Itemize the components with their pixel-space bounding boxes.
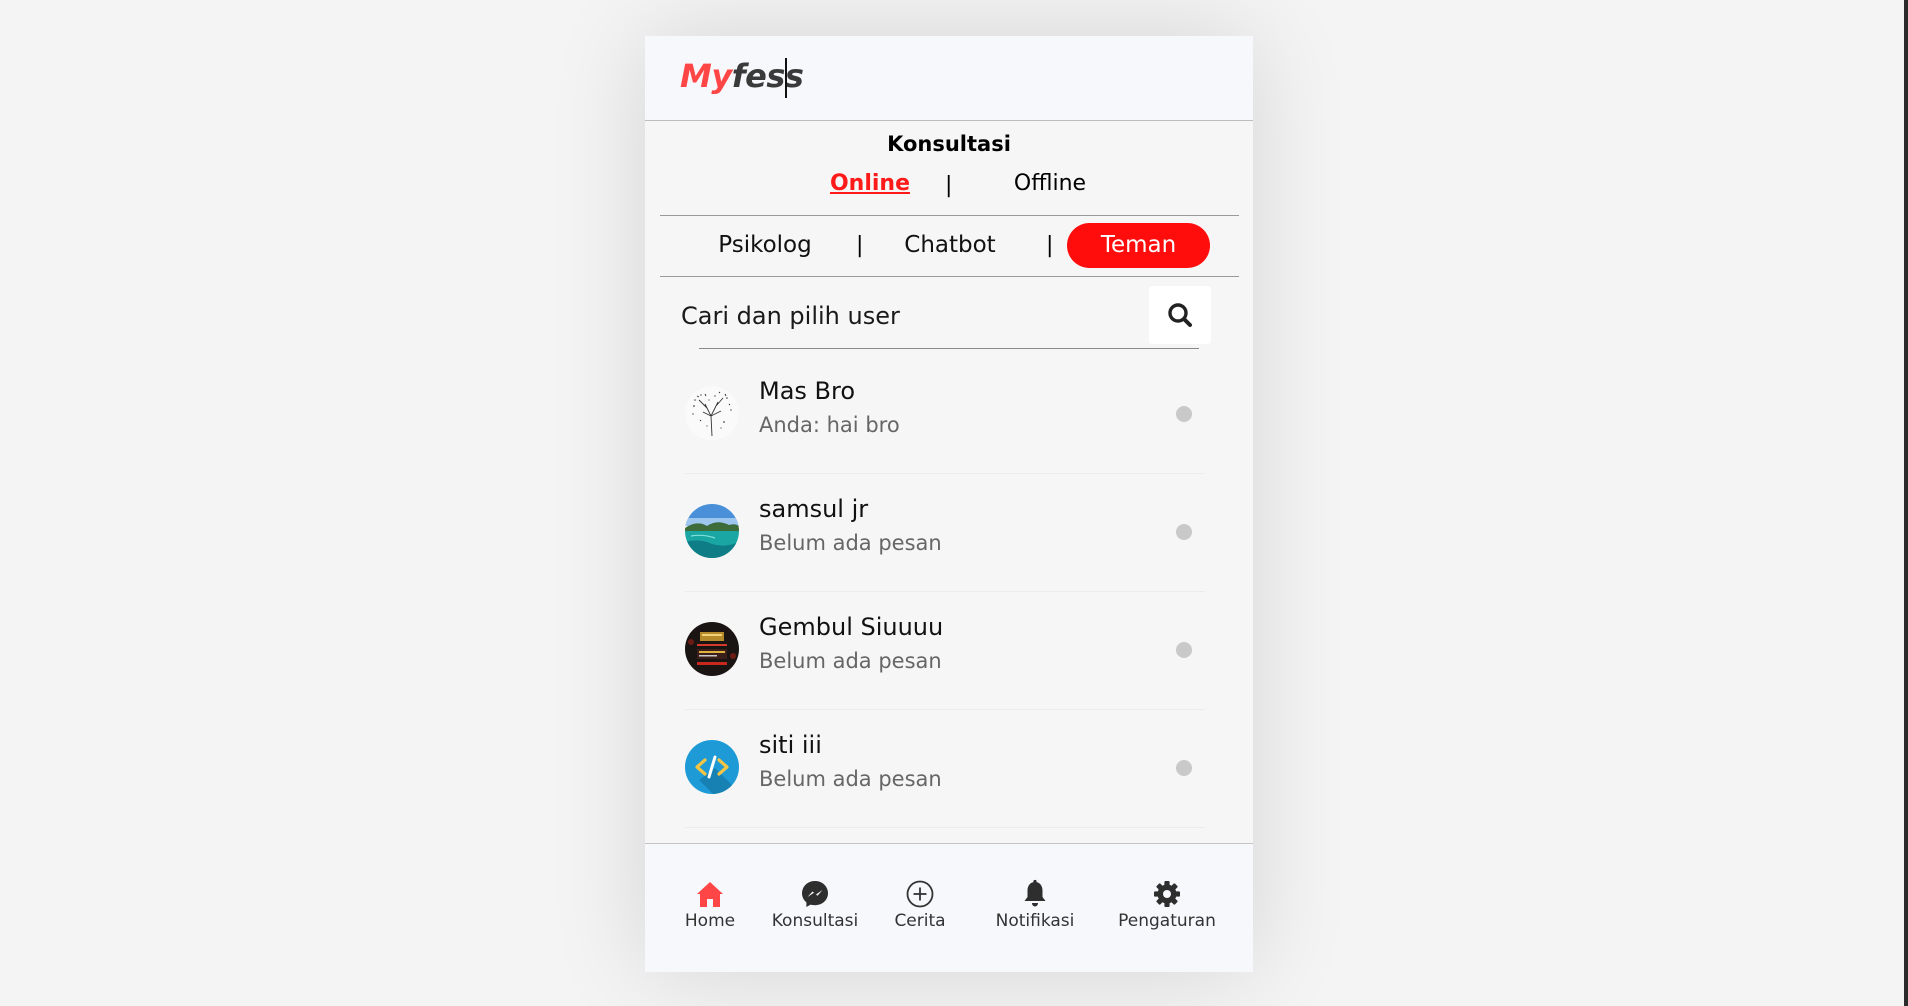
user-list-item[interactable]: samsul jr Belum ada pesan [685,473,1205,592]
status-dot [1176,524,1192,540]
tab-psikolog[interactable]: Psikolog [710,223,820,268]
message-preview: Anda: hai bro [759,413,900,437]
bell-icon [1024,879,1046,907]
user-avatar [685,504,739,558]
divider-tabs [660,276,1239,277]
mode-offline-link[interactable]: Offline [995,171,1105,196]
tab-separator: | [1046,233,1054,258]
home-icon [697,882,723,907]
nav-label: Cerita [894,911,946,931]
nav-pengaturan[interactable]: Pengaturan [1117,879,1217,939]
divider-top [660,215,1239,216]
text-cursor [785,58,787,98]
status-dot [1176,760,1192,776]
user-list-item[interactable]: Mas Bro Anda: hai bro [685,355,1205,474]
message-preview: Belum ada pesan [759,767,942,791]
dark-poster-avatar [685,622,739,676]
nav-notifikasi[interactable]: Notifikasi [995,879,1075,939]
user-name: siti iii [759,731,822,759]
logo-part-fess: fess [731,57,804,95]
search-input[interactable] [675,287,1141,345]
message-preview: Belum ada pesan [759,649,942,673]
nav-label: Home [684,911,736,931]
user-list-item[interactable]: Gembul Siuuuu Belum ada pesan [685,591,1205,710]
app-header: Myfess [645,36,1253,121]
window-edge [1904,0,1908,1006]
tab-separator: | [856,233,864,258]
nav-cerita[interactable]: Cerita [890,879,950,939]
nav-label: Konsultasi [771,911,859,931]
search-icon [1168,303,1192,327]
island-sea-avatar [685,504,739,558]
plus-circle-icon [906,880,934,908]
user-name: Mas Bro [759,377,856,405]
nav-label: Pengaturan [1118,911,1216,931]
code-tag-avatar [685,740,739,794]
messenger-icon [802,881,828,907]
user-list-item[interactable]: siti iii Belum ada pesan [685,709,1205,828]
mode-separator: | [945,173,953,198]
tab-chatbot[interactable]: Chatbot [888,223,1012,268]
user-avatar [685,622,739,676]
user-name: Gembul Siuuuu [759,613,944,641]
mode-online-link[interactable]: Online [815,171,925,196]
tab-teman[interactable]: Teman [1067,223,1210,268]
nav-label: Notifikasi [995,911,1075,931]
status-dot [1176,406,1192,422]
nav-konsultasi[interactable]: Konsultasi [770,879,860,939]
user-avatar [685,386,739,440]
status-dot [1176,642,1192,658]
bottom-nav: Home Konsultasi Cerita Notifikasi Pengat… [645,843,1253,972]
logo-part-my: My [680,57,732,95]
search-underline [699,348,1199,349]
gear-icon [1154,881,1180,907]
user-name: samsul jr [759,495,869,523]
app-container: Myfess Konsultasi Online | Offline Psiko… [645,36,1253,972]
user-avatar [685,740,739,794]
nav-home[interactable]: Home [675,879,745,939]
page-title: Konsultasi [887,132,1011,156]
sketch-tree-avatar [685,386,739,440]
message-preview: Belum ada pesan [759,531,942,555]
search-button[interactable] [1149,286,1211,344]
